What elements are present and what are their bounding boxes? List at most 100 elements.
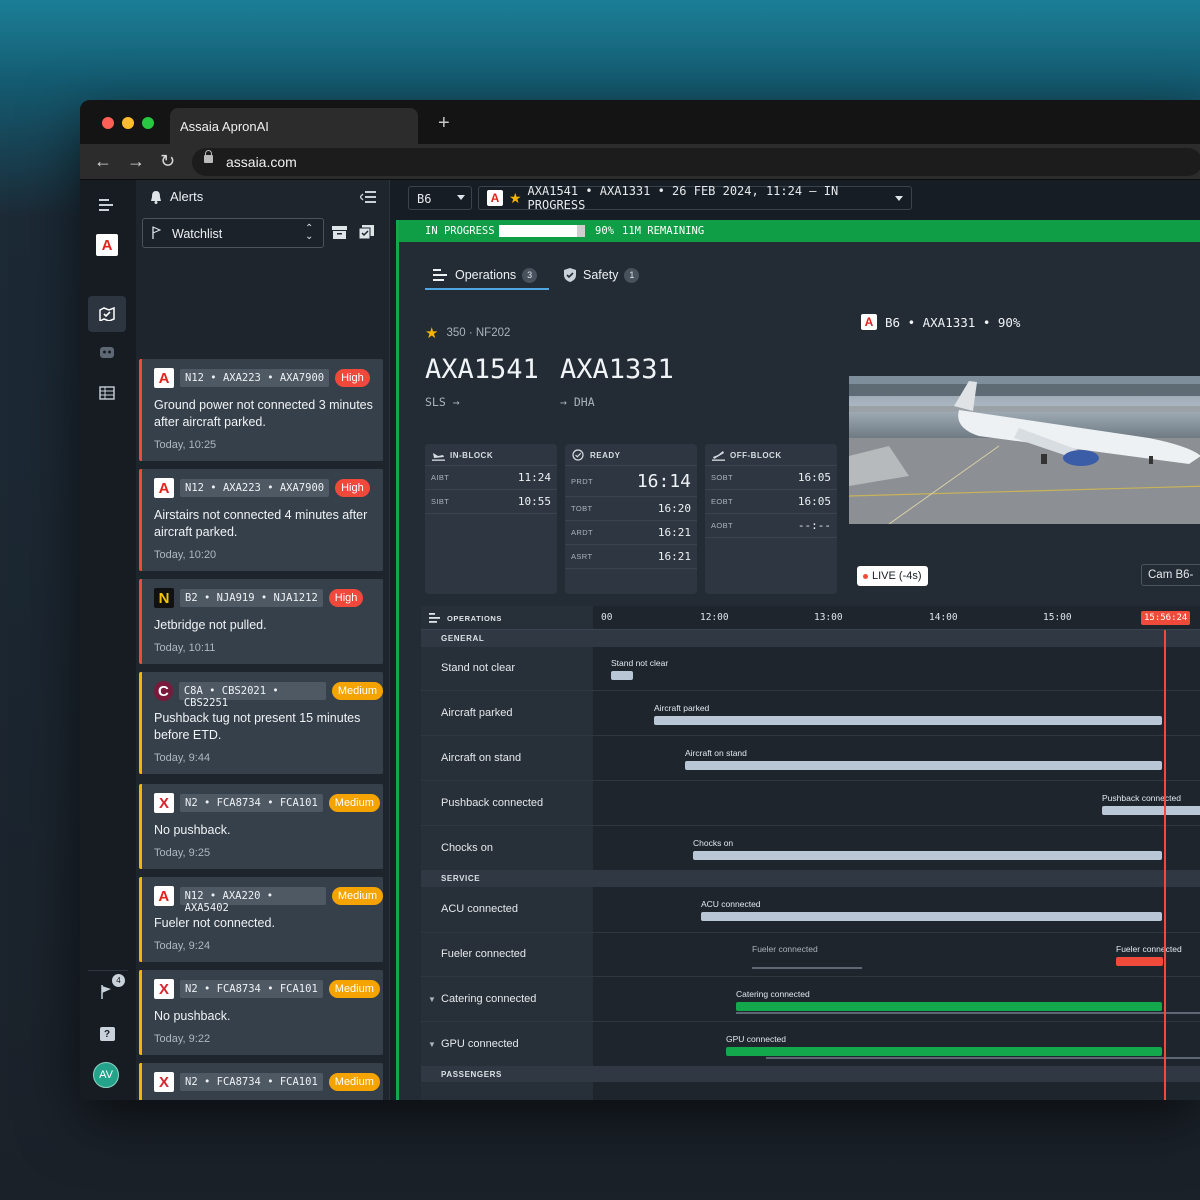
tick-label: 13:00 <box>814 612 843 623</box>
alert-chips: X N2 • FCA8734 • FCA101 Medium <box>154 978 380 1000</box>
timeline-bar[interactable] <box>685 761 1162 770</box>
operation-row[interactable]: Aircraft parked Aircraft parked <box>421 690 1200 735</box>
flight-chip: N2 • FCA8734 • FCA101 <box>180 980 323 998</box>
stand-code: N2 <box>185 983 198 995</box>
stand-code: N12 <box>185 482 204 494</box>
in-block-title: IN-BLOCK <box>450 451 494 460</box>
browser-tab[interactable]: Assaia ApronAI <box>170 108 418 144</box>
flag-icon <box>152 226 162 239</box>
live-indicator: LIVE (-4s) <box>857 566 928 586</box>
alert-card[interactable]: C C8A • CBS2021 • CBS2251 Medium Pushback t… <box>139 672 383 774</box>
operation-row[interactable]: ▼ Catering connected Catering connected <box>421 976 1200 1021</box>
timeline-bar[interactable] <box>726 1047 1162 1056</box>
tab-safety[interactable]: Safety 1 <box>563 262 640 288</box>
operation-row[interactable]: Fueler connected Fueler connected Fueler c… <box>421 932 1200 976</box>
camera-select[interactable]: Cam B6- <box>1141 564 1200 586</box>
tab-operations[interactable]: Operations 3 <box>433 262 538 288</box>
stand-code: N12 <box>184 890 204 902</box>
alert-card[interactable]: A N12 • AXA223 • AXA7900 High Ground power … <box>139 359 383 461</box>
tab-operations-count: 3 <box>522 267 538 283</box>
collapse-panel-icon[interactable] <box>359 190 376 209</box>
sobt-row: SOBT 16:05 <box>705 466 837 490</box>
chevron-down-icon <box>457 195 465 200</box>
flight-chip: N12 • AXA223 • AXA7900 <box>180 479 330 497</box>
watchlist-select[interactable]: Watchlist ⌃ ⌄ <box>142 218 324 248</box>
sibt-label: SIBT <box>431 497 450 506</box>
stand-code: C8A <box>183 685 203 697</box>
timeline-bar[interactable] <box>701 912 1162 921</box>
aobt-label: AOBT <box>711 521 734 530</box>
avatar[interactable]: AV <box>93 1062 119 1088</box>
ready-header: READY <box>565 444 697 466</box>
section-header: SERVICE <box>421 870 1200 886</box>
airline-logo[interactable]: A <box>92 230 122 260</box>
turnaround-view: IN PROGRESS 90% 11M REMAINING Operations… <box>396 220 1200 1100</box>
operation-name: Catering connected <box>441 992 537 1005</box>
copy-check-icon[interactable] <box>358 225 374 244</box>
timeline-bar[interactable] <box>611 671 633 680</box>
stand-select[interactable]: B6 <box>408 186 472 210</box>
camera-panel: A B6 • AXA1331 • 90% LIVE (-4s) Cam B6- <box>849 304 1200 594</box>
progress-status: IN PROGRESS <box>425 225 495 237</box>
alert-card[interactable]: X N2 • FCA8734 • FCA101 Medium No pushback.… <box>139 970 383 1055</box>
flight-chip: C8A • CBS2021 • CBS2251 <box>178 682 326 709</box>
star-icon[interactable]: ★ <box>425 324 438 342</box>
timeline-bar[interactable] <box>1116 957 1163 966</box>
chevron-down-icon[interactable]: ▼ <box>428 995 436 1004</box>
check-circle-icon <box>572 449 584 461</box>
url-field[interactable]: assaia.com <box>192 148 1200 176</box>
table-icon[interactable] <box>92 378 122 408</box>
operation-row[interactable]: Chocks on Chocks on <box>421 825 1200 870</box>
chevron-down-icon[interactable]: ▼ <box>428 1040 436 1049</box>
address-bar: ← → ↻ assaia.com <box>80 144 1200 180</box>
back-icon[interactable]: ← <box>94 151 112 172</box>
origin: SLS → <box>425 395 460 409</box>
alert-chips: N B2 • NJA919 • NJA1212 High <box>154 587 364 609</box>
bar-label: Aircraft parked <box>654 703 710 713</box>
destination: → DHA <box>560 395 595 409</box>
rail-divider <box>88 970 128 971</box>
maximize-window-button[interactable] <box>142 117 154 129</box>
close-window-button[interactable] <box>102 117 114 129</box>
archive-icon[interactable] <box>332 225 347 244</box>
new-tab-button[interactable]: + <box>438 112 450 135</box>
aibt-value: 11:24 <box>517 471 551 484</box>
alert-card[interactable]: N B2 • NJA919 • NJA1212 High Jetbridge not … <box>139 579 383 664</box>
help-icon[interactable]: ? <box>92 1019 122 1049</box>
reload-icon[interactable]: ↻ <box>160 151 175 172</box>
bar-label: Catering connected <box>736 989 810 999</box>
timeline-bar[interactable] <box>736 1002 1162 1011</box>
camera-title: B6 • AXA1331 • 90% <box>885 314 1021 330</box>
timeline-bar[interactable] <box>1102 806 1200 815</box>
ardt-row: ARDT 16:21 <box>565 521 697 545</box>
sobt-value: 16:05 <box>797 471 831 484</box>
minimize-window-button[interactable] <box>122 117 134 129</box>
map-icon[interactable] <box>88 296 126 332</box>
collapse-menu-icon[interactable] <box>92 190 122 220</box>
operation-row[interactable]: Pushback connected Pushback connected <box>421 780 1200 825</box>
severity-badge: High <box>335 369 370 387</box>
ardt-value: 16:21 <box>657 526 691 539</box>
camera-feed[interactable] <box>849 376 1200 524</box>
forward-icon[interactable]: → <box>127 151 145 172</box>
stand-value: B6 <box>417 192 432 206</box>
browser-window: Assaia ApronAI + ← → ↻ assaia.com A 4 ? … <box>80 100 1200 1100</box>
flight-select[interactable]: A ★ AXA1541 • AXA1331 • 26 FEB 2024, 11:… <box>478 184 912 212</box>
airline-logo: N <box>154 588 174 608</box>
timeline-bar[interactable] <box>693 851 1162 860</box>
watchlist-label: Watchlist <box>172 227 223 241</box>
operation-row[interactable]: ▼ GPU connected GPU connected <box>421 1021 1200 1066</box>
alert-card[interactable]: A N12 • AXA220 • AXA5402 Medium Fueler not … <box>139 877 383 962</box>
alert-card[interactable]: XN2 • FCA8734 • FCA101MediumJetbridge no… <box>139 1063 383 1100</box>
robot-icon[interactable] <box>92 337 122 367</box>
operation-row[interactable]: Stand not clear Stand not clear <box>421 646 1200 690</box>
alert-card[interactable]: X N2 • FCA8734 • FCA101 Medium No pushback.… <box>139 784 383 869</box>
alert-chips: C C8A • CBS2021 • CBS2251 Medium <box>154 680 383 709</box>
severity-badge: Medium <box>328 980 380 998</box>
operation-row[interactable]: ACU connected ACU connected <box>421 886 1200 932</box>
main-area: B6 A ★ AXA1541 • AXA1331 • 26 FEB 2024, … <box>390 180 1200 1100</box>
camera-select-value: Cam B6- <box>1148 569 1194 581</box>
alert-card[interactable]: A N12 • AXA223 • AXA7900 High Airstairs not… <box>139 469 383 571</box>
operation-row[interactable]: Aircraft on stand Aircraft on stand <box>421 735 1200 780</box>
timeline-bar[interactable] <box>654 716 1162 725</box>
